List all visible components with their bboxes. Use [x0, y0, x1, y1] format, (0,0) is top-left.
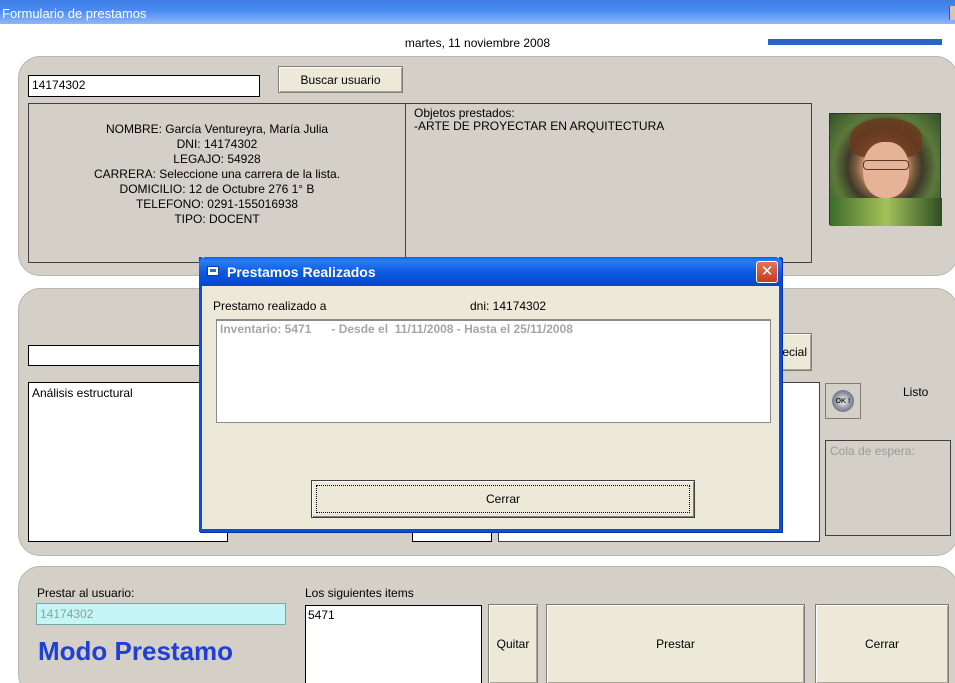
window-control-button[interactable] [949, 6, 955, 20]
dialog-titlebar: Prestamos Realizados ✕ [199, 257, 782, 286]
user-address: DOMICILIO: 12 de Octubre 276 1° B [119, 182, 315, 196]
dialog-loan-row[interactable]: Inventario: 5471 - Desde el 11/11/2008 -… [220, 322, 767, 336]
items-list-item[interactable]: 5471 [308, 608, 479, 622]
subject-list[interactable]: Análisis estructural [28, 382, 228, 542]
loans-done-dialog: Prestamos Realizados ✕ Prestamo realizad… [199, 257, 782, 532]
remove-item-button[interactable]: Quitar [488, 604, 538, 683]
user-phone: TELEFONO: 0291-155016938 [135, 197, 299, 211]
borrowed-objects-box: Objetos prestados: -ARTE DE PROYECTAR EN… [405, 103, 812, 263]
window-icon [207, 266, 219, 276]
dialog-dni: dni: 14174302 [470, 299, 547, 313]
item-search-input[interactable] [28, 345, 228, 366]
waiting-queue-box[interactable]: Cola de espera: [825, 440, 951, 536]
focus-ring [316, 485, 690, 513]
dialog-title: Prestamos Realizados [227, 264, 376, 280]
ready-label: Listo [903, 385, 929, 399]
subject-list-item[interactable]: Análisis estructural [32, 386, 224, 400]
close-form-button[interactable]: Cerrar [815, 604, 949, 683]
lend-to-user-field[interactable]: 14174302 [36, 603, 286, 625]
photo-glasses [863, 160, 909, 170]
items-list[interactable]: 5471 [305, 605, 482, 683]
borrowed-object-item: -ARTE DE PROYECTAR EN ARQUITECTURA [414, 119, 665, 133]
user-type: TIPO: DOCENT [174, 212, 260, 226]
window-titlebar: Formulario de prestamos [0, 0, 955, 24]
user-info-box: NOMBRE: García Ventureyra, María Julia D… [28, 103, 406, 263]
user-search-input[interactable]: 14174302 [28, 75, 260, 97]
special-search-button-label: ecial [782, 345, 807, 359]
close-form-button-label: Cerrar [864, 637, 899, 651]
loan-mode-label: Modo Prestamo [38, 636, 234, 666]
progress-bar [768, 39, 942, 45]
user-legajo: LEGAJO: 54928 [173, 152, 261, 166]
user-photo [829, 113, 942, 226]
lend-button-label: Prestar [656, 637, 695, 651]
dialog-loan-list[interactable]: Inventario: 5471 - Desde el 11/11/2008 -… [216, 319, 771, 423]
lend-to-user-label: Prestar al usuario: [37, 586, 135, 600]
items-label: Los siguientes items [305, 586, 414, 600]
photo-shirt [830, 198, 942, 226]
ok-icon: OK ! [832, 390, 854, 412]
window-title: Formulario de prestamos [2, 6, 147, 21]
search-user-button[interactable]: Buscar usuario [278, 66, 403, 93]
user-career: CARRERA: Seleccione una carrera de la li… [93, 167, 341, 181]
photo-face [863, 142, 909, 198]
user-dni: DNI: 14174302 [176, 137, 258, 151]
ok-button[interactable]: OK ! [825, 383, 861, 419]
close-icon[interactable]: ✕ [756, 261, 778, 283]
dialog-loan-text: Prestamo realizado a [213, 299, 327, 313]
lend-button[interactable]: Prestar [546, 604, 805, 683]
progress-fill [768, 39, 942, 45]
dialog-close-button[interactable]: Cerrar [311, 480, 695, 518]
user-name: NOMBRE: García Ventureyra, María Julia [105, 122, 329, 136]
